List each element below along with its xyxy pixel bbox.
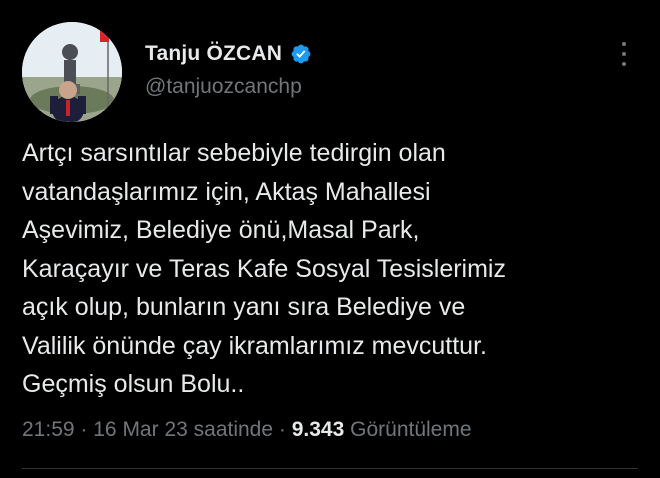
divider [22, 468, 638, 469]
tweet-date[interactable]: 16 Mar 23 saatinde [93, 418, 273, 441]
tweet-text-line: Valilik önünde çay ikramlarımız mevcuttu… [22, 331, 487, 360]
tweet-text-line: Karaçayır ve Teras Kafe Sosyal Tesisleri… [22, 254, 506, 283]
tweet-text-line: Aşevimiz, Belediye önü,Masal Park, [22, 216, 420, 244]
views-count[interactable]: 9.343 [292, 418, 345, 441]
more-dot [622, 52, 626, 56]
author-name-row[interactable]: Tanju ÖZCAN [145, 42, 312, 66]
author-handle[interactable]: @tanjuozcanchp [145, 75, 302, 99]
tweet-card: Tanju ÖZCAN @tanjuozcanchp Artçı sarsınt… [0, 0, 660, 478]
tweet-text-line: Artçı sarsıntılar sebebiyle tedirgin ola… [22, 139, 446, 167]
tweet-meta: 21:59 · 16 Mar 23 saatinde · 9.343 Görün… [22, 418, 472, 442]
tweet-text-line: vatandaşlarımız için, Aktaş Mahallesi [22, 177, 431, 206]
avatar[interactable] [22, 22, 122, 122]
tweet-text: Artçı sarsıntılar sebebiyle tedirgin ola… [22, 134, 642, 404]
views-label[interactable]: Görüntüleme [350, 418, 471, 441]
verified-badge-icon [290, 43, 312, 65]
tweet-text-line: açık olup, bunların yanı sıra Belediye v… [22, 293, 466, 321]
more-dot [622, 62, 626, 66]
meta-separator: · [80, 418, 88, 441]
meta-separator: · [278, 418, 286, 441]
author-name[interactable]: Tanju ÖZCAN [145, 42, 282, 66]
tweet-text-line: Geçmiş olsun Bolu.. [22, 370, 245, 398]
more-dot [622, 42, 626, 46]
more-vertical-icon[interactable] [614, 40, 634, 68]
tweet-time[interactable]: 21:59 [22, 418, 75, 441]
